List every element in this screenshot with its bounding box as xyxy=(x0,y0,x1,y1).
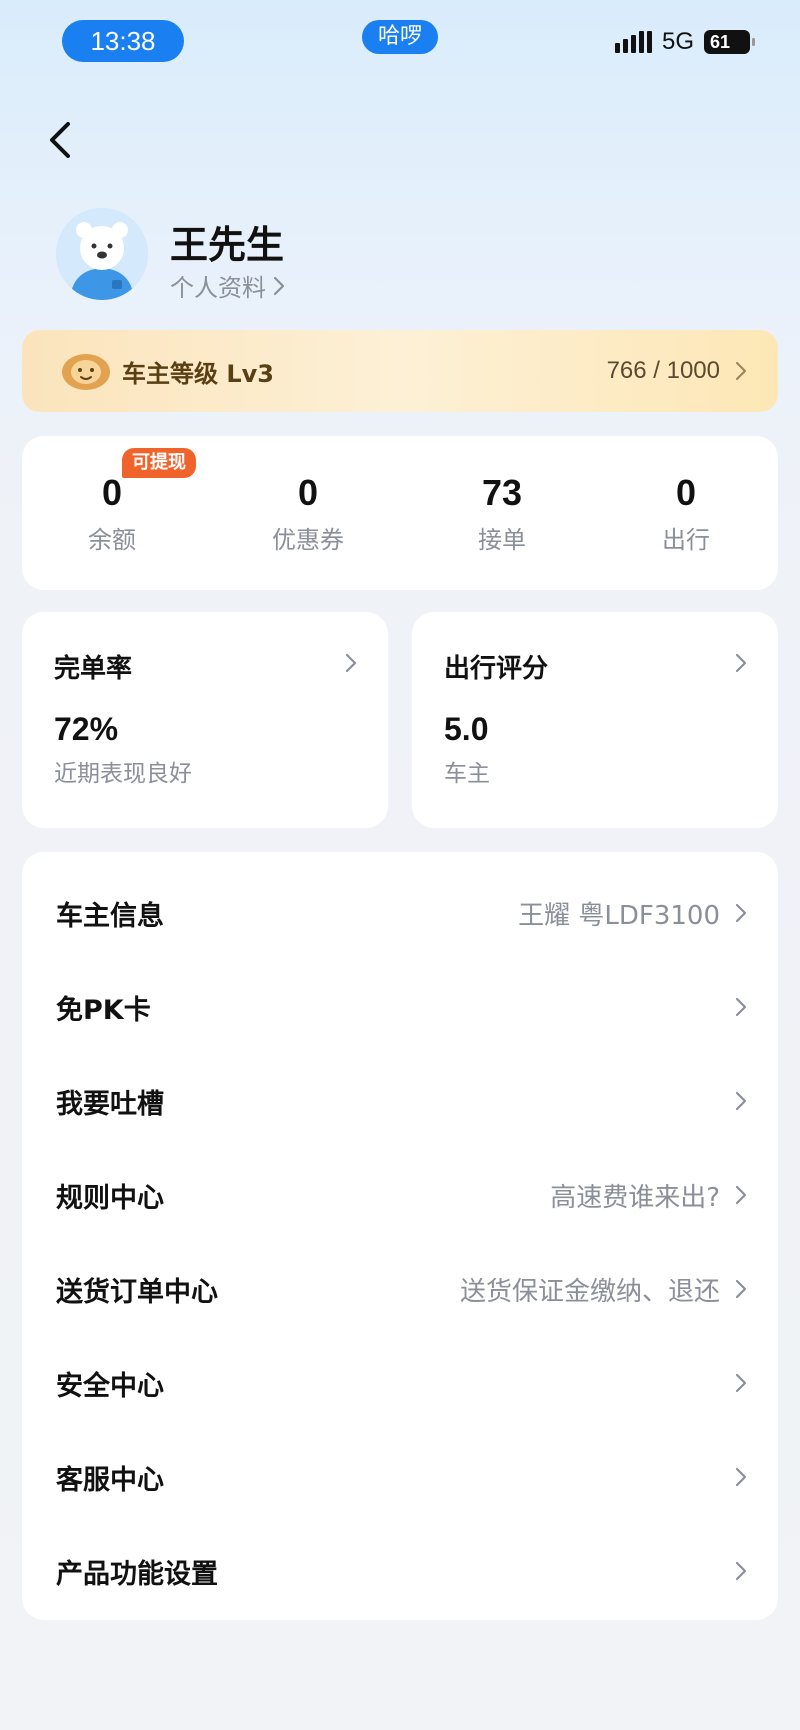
menu-item-customer-service[interactable]: 客服中心 xyxy=(22,1430,778,1524)
chevron-right-icon xyxy=(735,1561,747,1581)
chevron-right-icon xyxy=(735,1467,747,1487)
chevron-right-icon xyxy=(735,361,747,381)
stats-card: 可提现 0 余额 0 优惠券 73 接单 0 出行 xyxy=(22,436,778,590)
menu-label: 客服中心 xyxy=(56,1464,164,1496)
stat-label: 优惠券 xyxy=(272,526,344,554)
menu-label: 免PK卡 xyxy=(56,994,151,1026)
chevron-right-icon xyxy=(345,653,357,673)
stat-value: 0 xyxy=(101,472,123,513)
chevron-right-icon xyxy=(735,1279,747,1299)
metric-title: 出行评分 xyxy=(444,654,549,684)
stat-balance[interactable]: 0 余额 xyxy=(32,472,192,555)
battery-icon: 61 xyxy=(704,30,755,54)
menu-item-owner-info[interactable]: 车主信息 王耀 粤LDF3100 xyxy=(22,866,778,960)
menu-item-feedback[interactable]: 我要吐槽 xyxy=(22,1054,778,1148)
level-label: 车主等级 Lv3 xyxy=(122,359,274,388)
menu-item-delivery-orders[interactable]: 送货订单中心 送货保证金缴纳、退还 xyxy=(22,1242,778,1336)
metric-value: 72% xyxy=(54,711,119,747)
stat-label: 余额 xyxy=(88,526,136,554)
network-label: 5G xyxy=(661,28,694,55)
status-indicators: 5G 61 xyxy=(614,28,755,56)
completion-rate-card[interactable]: 完单率 72% 近期表现良好 xyxy=(22,612,388,828)
stat-coupons[interactable]: 0 优惠券 xyxy=(228,472,388,555)
stat-orders[interactable]: 73 接单 xyxy=(422,472,582,555)
chevron-right-icon xyxy=(273,276,285,295)
menu-item-rules-center[interactable]: 规则中心 高速费谁来出? xyxy=(22,1148,778,1242)
level-bar[interactable]: 车主等级 Lv3 766 / 1000 xyxy=(22,330,778,412)
menu-list: 车主信息 王耀 粤LDF3100 免PK卡 我要吐槽 规则中心 高速费谁来出? … xyxy=(22,852,778,1620)
metric-subtitle: 车主 xyxy=(444,761,490,787)
metric-subtitle: 近期表现良好 xyxy=(54,761,192,787)
stat-value: 73 xyxy=(481,472,523,513)
stat-label: 出行 xyxy=(662,526,710,554)
stat-trips[interactable]: 0 出行 xyxy=(606,472,766,555)
chevron-right-icon xyxy=(735,903,747,923)
stat-value: 0 xyxy=(297,472,319,513)
menu-label: 产品功能设置 xyxy=(56,1558,218,1590)
menu-item-product-settings[interactable]: 产品功能设置 xyxy=(22,1524,778,1618)
profile-link-label: 个人资料 xyxy=(170,274,266,302)
profile-link[interactable]: 个人资料 xyxy=(170,268,286,303)
chevron-left-icon xyxy=(50,122,70,158)
signal-icon xyxy=(614,31,652,53)
menu-value: 送货保证金缴纳、退还 xyxy=(459,1276,720,1307)
back-button[interactable] xyxy=(44,118,80,162)
metric-value: 5.0 xyxy=(444,711,489,747)
menu-label: 我要吐槽 xyxy=(56,1088,164,1120)
chevron-right-icon xyxy=(735,653,747,673)
menu-label: 车主信息 xyxy=(56,900,164,932)
menu-item-pk-card[interactable]: 免PK卡 xyxy=(22,960,778,1054)
menu-item-safety-center[interactable]: 安全中心 xyxy=(22,1336,778,1430)
level-progress: 766 / 1000 xyxy=(606,357,720,384)
metric-title: 完单率 xyxy=(54,654,133,684)
bear-avatar-icon xyxy=(56,208,148,300)
lion-badge-icon xyxy=(62,354,110,390)
avatar[interactable] xyxy=(56,208,148,300)
status-time: 13:38 xyxy=(62,20,184,62)
status-bar: 13:38 哈啰 5G 61 xyxy=(0,18,800,62)
chevron-right-icon xyxy=(735,1373,747,1393)
menu-value: 王耀 粤LDF3100 xyxy=(518,900,720,931)
trip-rating-card[interactable]: 出行评分 5.0 车主 xyxy=(412,612,778,828)
user-name: 王先生 xyxy=(170,223,285,267)
menu-label: 安全中心 xyxy=(56,1370,164,1402)
stat-label: 接单 xyxy=(478,526,526,554)
chevron-right-icon xyxy=(735,1091,747,1111)
chevron-right-icon xyxy=(735,997,747,1017)
menu-label: 规则中心 xyxy=(56,1182,164,1214)
stat-value: 0 xyxy=(675,472,697,513)
menu-label: 送货订单中心 xyxy=(56,1276,218,1308)
chevron-right-icon xyxy=(735,1185,747,1205)
menu-value: 高速费谁来出? xyxy=(550,1182,720,1213)
status-app-pill: 哈啰 xyxy=(362,20,438,54)
